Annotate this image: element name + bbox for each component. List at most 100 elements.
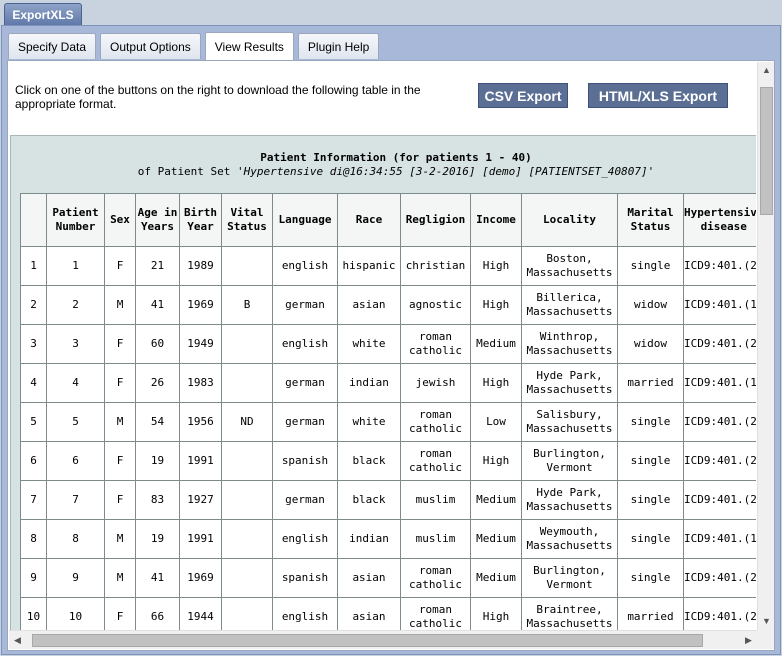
table-cell: 1991 bbox=[179, 519, 222, 559]
table-cell: M bbox=[104, 402, 136, 442]
table-cell: 1949 bbox=[179, 324, 222, 364]
scrollbar-corner bbox=[757, 630, 774, 649]
table-cell: ICD9:401.(2) bbox=[682, 441, 756, 481]
table-cell: High bbox=[470, 246, 522, 286]
subtitle-prefix: of Patient Set bbox=[137, 165, 238, 178]
table-cell: High bbox=[470, 363, 522, 403]
table-cell: black bbox=[337, 441, 401, 481]
table-cell: ICD9:401.(2) bbox=[682, 246, 756, 286]
column-header: Age in Years bbox=[135, 193, 180, 247]
table-header-row: Patient Number Sex Age in Years Birth Year V… bbox=[20, 193, 756, 247]
table-cell: muslim bbox=[400, 480, 471, 520]
table-cell: Salisbury, Massachusetts bbox=[521, 402, 618, 442]
table-cell: german bbox=[272, 480, 338, 520]
table-cell: 5 bbox=[46, 402, 105, 442]
table-cell: 2 bbox=[20, 285, 47, 325]
column-header: Marital Status bbox=[617, 193, 684, 247]
table-cell: Medium bbox=[470, 519, 522, 559]
app-title-tab[interactable]: ExportXLS bbox=[4, 3, 82, 26]
table-cell: english bbox=[272, 597, 338, 630]
table-cell: 1956 bbox=[179, 402, 222, 442]
table-cell bbox=[221, 246, 273, 286]
intro-text: Click on one of the buttons on the right… bbox=[15, 83, 421, 111]
table-cell: 26 bbox=[135, 363, 180, 403]
table-cell: 3 bbox=[46, 324, 105, 364]
horizontal-scrollbar[interactable]: ◀ ▶ bbox=[9, 630, 757, 649]
column-header: Race bbox=[337, 193, 401, 247]
table-cell: single bbox=[617, 246, 684, 286]
scroll-right-icon[interactable]: ▶ bbox=[740, 631, 757, 650]
vertical-scroll-thumb[interactable] bbox=[760, 87, 773, 215]
table-cell: roman catholic bbox=[400, 402, 471, 442]
table-cell: white bbox=[337, 402, 401, 442]
table-cell: german bbox=[272, 363, 338, 403]
table-cell: Braintree, Massachusetts bbox=[521, 597, 618, 630]
table-cell: Hyde Park, Massachusetts bbox=[521, 363, 618, 403]
table-cell: 1969 bbox=[179, 285, 222, 325]
table-cell: Hyde Park, Massachusetts bbox=[521, 480, 618, 520]
scroll-left-icon[interactable]: ◀ bbox=[9, 631, 26, 650]
patient-table: Patient Number Sex Age in Years Birth Year V… bbox=[20, 193, 756, 630]
table-row: 6 6 F 19 1991 spanish black roman catholic High B… bbox=[20, 441, 756, 481]
table-row: 7 7 F 83 1927 german black muslim Medium Hyde Par… bbox=[20, 480, 756, 520]
table-cell: 3 bbox=[20, 324, 47, 364]
table-cell: christian bbox=[400, 246, 471, 286]
table-cell: 19 bbox=[135, 441, 180, 481]
table-cell: widow bbox=[617, 324, 684, 364]
table-cell: 60 bbox=[135, 324, 180, 364]
table-cell: german bbox=[272, 402, 338, 442]
tab-view-results[interactable]: View Results bbox=[204, 32, 294, 60]
table-cell: single bbox=[617, 441, 684, 481]
table-cell: 9 bbox=[20, 558, 47, 598]
table-cell: 66 bbox=[135, 597, 180, 630]
column-header: Regligion bbox=[400, 193, 471, 247]
table-cell bbox=[221, 480, 273, 520]
tab-plugin-help[interactable]: Plugin Help bbox=[297, 33, 380, 59]
vertical-scrollbar[interactable]: ▲ ▼ bbox=[757, 62, 774, 630]
table-cell: 8 bbox=[46, 519, 105, 559]
table-row: 10 10 F 66 1944 english asian roman catholic Hig… bbox=[20, 597, 756, 630]
table-row: 3 3 F 60 1949 english white roman catholic Mediu… bbox=[20, 324, 756, 364]
table-cell: 1989 bbox=[179, 246, 222, 286]
table-cell: M bbox=[104, 519, 136, 559]
column-header: Vital Status bbox=[221, 193, 273, 247]
table-cell: widow bbox=[617, 285, 684, 325]
table-cell: english bbox=[272, 246, 338, 286]
table-cell bbox=[221, 363, 273, 403]
table-cell: M bbox=[104, 558, 136, 598]
table-cell: ICD9:401.(2) bbox=[682, 324, 756, 364]
table-cell: 5 bbox=[20, 402, 47, 442]
table-cell: ND bbox=[221, 402, 273, 442]
table-cell: ICD9:401.(1) bbox=[682, 363, 756, 403]
table-cell: hispanic bbox=[337, 246, 401, 286]
column-header: Hypertensive disease bbox=[682, 193, 756, 247]
scroll-content: Click on one of the buttons on the right… bbox=[9, 62, 756, 630]
column-header: Sex bbox=[104, 193, 136, 247]
results-table-container: Patient Information (for patients 1 - 40… bbox=[10, 135, 756, 630]
table-cell: 2 bbox=[46, 285, 105, 325]
table-cell: High bbox=[470, 441, 522, 481]
table-body: 1 1 F 21 1989 english hispanic christian High Bos… bbox=[20, 246, 756, 630]
table-cell bbox=[221, 558, 273, 598]
table-cell: roman catholic bbox=[400, 558, 471, 598]
table-cell: asian bbox=[337, 597, 401, 630]
table-cell: english bbox=[272, 519, 338, 559]
table-cell: 6 bbox=[46, 441, 105, 481]
html-xls-export-button[interactable]: HTML/XLS Export bbox=[588, 83, 728, 108]
table-cell: roman catholic bbox=[400, 441, 471, 481]
table-cell: ICD9:401.(1) bbox=[682, 519, 756, 559]
table-cell: 41 bbox=[135, 285, 180, 325]
table-cell: 9 bbox=[46, 558, 105, 598]
horizontal-scroll-thumb[interactable] bbox=[32, 634, 703, 647]
table-cell: F bbox=[104, 363, 136, 403]
table-cell: 1 bbox=[46, 246, 105, 286]
tab-output-options[interactable]: Output Options bbox=[100, 33, 201, 59]
scroll-down-icon[interactable]: ▼ bbox=[758, 613, 775, 630]
table-cell: F bbox=[104, 441, 136, 481]
table-subtitle: of Patient Set 'Hypertensive di@16:34:55… bbox=[11, 165, 756, 178]
csv-export-button[interactable]: CSV Export bbox=[478, 83, 568, 108]
table-cell: Burlington, Vermont bbox=[521, 558, 618, 598]
tab-specify-data[interactable]: Specify Data bbox=[8, 33, 97, 59]
table-cell: 4 bbox=[46, 363, 105, 403]
scroll-up-icon[interactable]: ▲ bbox=[758, 62, 775, 79]
